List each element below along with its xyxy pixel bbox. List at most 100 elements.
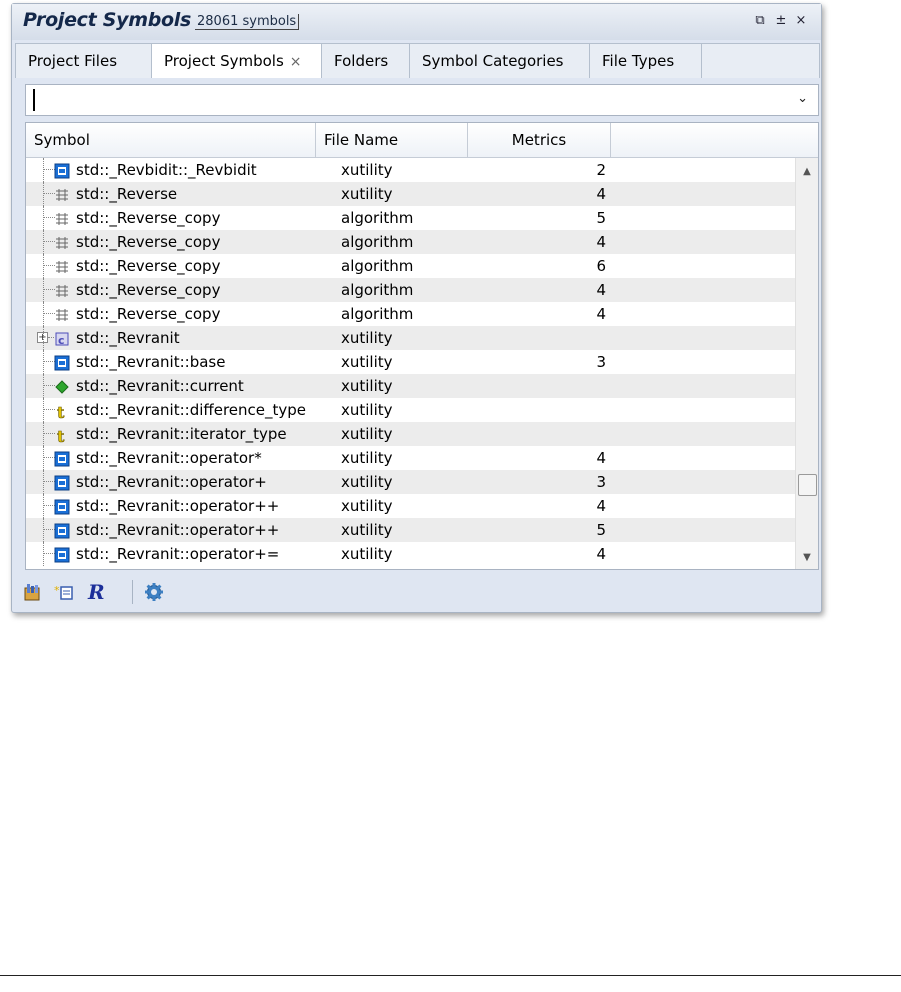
tab-project-symbols[interactable]: Project Symbols × [152,44,322,78]
table-row[interactable]: std::_Reverse_copy algorithm 6 [26,254,796,278]
tree-line [43,158,44,182]
file-name-cell: xutility [341,329,393,347]
tab-folders[interactable]: Folders [322,44,410,78]
file-name-cell: xutility [341,521,393,539]
regex-icon[interactable]: R [86,582,118,602]
symbol-name: std::_Revranit::operator++ [76,497,280,515]
metrics-cell [586,374,606,398]
bottom-toolbar: * R [12,572,821,612]
symbol-search-combo[interactable]: ⌄ [25,84,819,116]
grid-header: Symbol File Name Metrics [26,123,818,158]
sort-icon[interactable] [22,582,42,602]
file-name-cell: algorithm [341,257,414,275]
function-template-icon [54,234,70,250]
column-header-symbol[interactable]: Symbol [26,123,316,157]
symbol-name: std::_Revranit::operator+= [76,545,280,563]
table-row[interactable]: t std::_Revranit::difference_type xutility [26,398,796,422]
method-icon [54,354,70,371]
svg-text:c: c [58,334,65,347]
function-template-icon [54,282,70,298]
symbol-name: std::_Reverse_copy [76,233,221,251]
table-row[interactable]: std::_Reverse_copy algorithm 4 [26,278,796,302]
tree-line [43,446,44,470]
metrics-cell: 4 [596,497,606,515]
symbol-name: std::_Revbidit::_Revbidit [76,161,257,179]
scroll-up-icon[interactable]: ▲ [796,166,818,177]
metrics-cell [586,398,606,422]
settings-gear-icon[interactable] [144,582,164,602]
dock-icon[interactable]: ⧉ [752,13,768,29]
tree-line [43,470,44,494]
file-name-cell: algorithm [341,209,414,227]
table-row[interactable]: std::_Reverse_copy algorithm 4 [26,302,796,326]
symbol-name: std::_Revranit [76,329,180,347]
pin-icon[interactable]: ± [773,13,789,29]
project-symbols-panel: Project Symbols 28061 symbols ⧉ ± × Proj… [11,3,822,613]
symbol-name: std::_Revranit::difference_type [76,401,307,419]
file-name-cell: xutility [341,425,393,443]
metrics-cell: 4 [596,545,606,563]
table-row[interactable]: std::_Revranit::operator++ xutility 5 [26,518,796,542]
table-row[interactable]: std::_Reverse_copy algorithm 5 [26,206,796,230]
file-name-cell: algorithm [341,233,414,251]
tab-project-files[interactable]: Project Files [16,44,152,78]
table-row[interactable]: std::_Revranit::current xutility [26,374,796,398]
tab-close-icon[interactable]: × [290,54,302,70]
search-input[interactable] [30,87,774,115]
file-name-cell: algorithm [341,305,414,323]
metrics-cell: 6 [596,257,606,275]
metrics-cell: 3 [596,353,606,371]
tab-label: File Types [602,52,675,70]
table-row[interactable]: std::_Revranit::operator+= xutility 4 [26,542,796,566]
tree-line [43,518,44,542]
method-icon [54,162,70,179]
tab-symbol-categories[interactable]: Symbol Categories [410,44,590,78]
symbol-name: std::_Revranit::operator++ [76,521,280,539]
metrics-cell: 3 [596,473,606,491]
svg-text:t: t [57,403,65,419]
function-template-icon [54,258,70,274]
table-row[interactable]: std::_Reverse xutility 4 [26,182,796,206]
text-caret [33,89,35,111]
scrollbar-thumb[interactable] [798,474,817,496]
metrics-cell: 4 [596,185,606,203]
symbol-name: std::_Revranit::operator* [76,449,262,467]
table-row[interactable]: std::_Revranit::operator++ xutility 4 [26,494,796,518]
function-template-icon [54,306,70,322]
dropdown-arrow-icon[interactable]: ⌄ [797,91,808,106]
table-row[interactable]: + c std::_Revranit xutility [26,326,796,350]
table-row[interactable]: std::_Revranit::operator* xutility 4 [26,446,796,470]
symbol-name: std::_Reverse_copy [76,209,221,227]
file-name-cell: xutility [341,497,393,515]
table-row[interactable]: std::_Reverse_copy algorithm 4 [26,230,796,254]
scroll-down-icon[interactable]: ▼ [796,552,818,563]
tab-file-types[interactable]: File Types [590,44,702,78]
tree-line [43,398,44,422]
column-header-metrics[interactable]: Metrics [468,123,611,157]
close-icon[interactable]: × [793,13,809,29]
table-row[interactable]: std::_Revranit::base xutility 3 [26,350,796,374]
tab-label: Folders [334,52,389,70]
table-row[interactable]: std::_Revranit::operator+ xutility 3 [26,470,796,494]
symbol-name: std::_Revranit::operator+ [76,473,267,491]
method-icon [54,522,70,539]
new-symbol-icon[interactable]: * [54,582,74,602]
field-icon [54,378,70,394]
table-row[interactable]: std::_Revbidit::_Revbidit xutility 2 [26,158,796,182]
table-row[interactable]: t std::_Revranit::iterator_type xutility [26,422,796,446]
metrics-cell [586,422,606,446]
tree-line [43,494,44,518]
tree-line [43,206,44,230]
tab-label: Project Symbols [164,52,284,70]
column-header-file-name[interactable]: File Name [316,123,468,157]
function-template-icon [54,210,70,226]
metrics-cell: 5 [596,521,606,539]
file-name-cell: xutility [341,449,393,467]
method-icon [54,474,70,491]
tab-label: Project Files [28,52,118,70]
metrics-cell: 2 [596,161,606,179]
symbol-count: 28061 symbols [195,14,300,30]
symbol-name: std::_Reverse_copy [76,305,221,323]
tree-line [43,350,44,374]
vertical-scrollbar[interactable]: ▲ ▼ [795,158,818,569]
